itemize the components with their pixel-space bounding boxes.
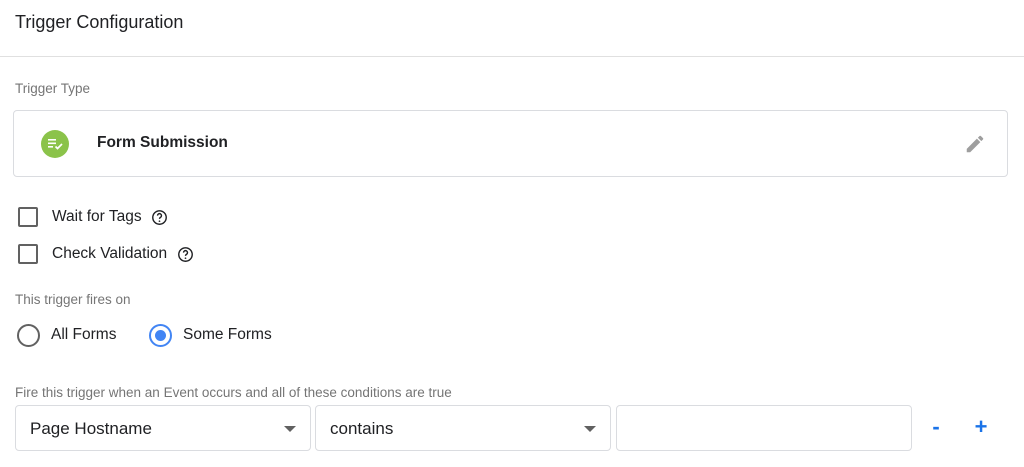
trigger-type-card[interactable]: Form Submission bbox=[13, 110, 1008, 177]
add-row-button[interactable]: + bbox=[969, 415, 993, 439]
wait-for-tags-option: Wait for Tags bbox=[18, 205, 169, 229]
check-validation-checkbox[interactable] bbox=[18, 244, 38, 264]
trigger-type-name: Form Submission bbox=[97, 134, 228, 151]
check-validation-label: Check Validation bbox=[52, 245, 168, 262]
wait-for-tags-checkbox[interactable] bbox=[18, 207, 38, 227]
operator-select-value: contains bbox=[330, 419, 394, 438]
header: Trigger Configuration bbox=[0, 0, 1024, 57]
variable-select-value: Page Hostname bbox=[30, 419, 152, 438]
radio-selected-dot bbox=[155, 329, 166, 341]
chevron-down-icon bbox=[584, 426, 596, 432]
remove-row-button[interactable]: - bbox=[924, 415, 948, 439]
help-icon[interactable] bbox=[176, 245, 194, 263]
chevron-down-icon bbox=[284, 426, 296, 432]
check-validation-option: Check Validation bbox=[18, 242, 194, 266]
page-title: Trigger Configuration bbox=[15, 12, 184, 32]
all-forms-option: All Forms bbox=[17, 322, 116, 348]
condition-value-input[interactable] bbox=[616, 405, 912, 451]
help-icon[interactable] bbox=[151, 208, 169, 226]
some-forms-radio[interactable] bbox=[149, 323, 172, 347]
pencil-icon[interactable] bbox=[962, 131, 988, 157]
fires-on-label: This trigger fires on bbox=[15, 292, 131, 307]
trigger-type-label: Trigger Type bbox=[15, 81, 91, 96]
conditions-label: Fire this trigger when an Event occurs a… bbox=[15, 385, 452, 400]
variable-select[interactable]: Page Hostname bbox=[15, 405, 311, 451]
all-forms-label: All Forms bbox=[51, 326, 117, 343]
some-forms-label: Some Forms bbox=[183, 326, 272, 343]
operator-select[interactable]: contains bbox=[315, 405, 611, 451]
all-forms-radio[interactable] bbox=[17, 323, 40, 347]
some-forms-option: Some Forms bbox=[149, 322, 272, 348]
wait-for-tags-label: Wait for Tags bbox=[52, 208, 142, 225]
form-submission-icon bbox=[41, 130, 69, 158]
